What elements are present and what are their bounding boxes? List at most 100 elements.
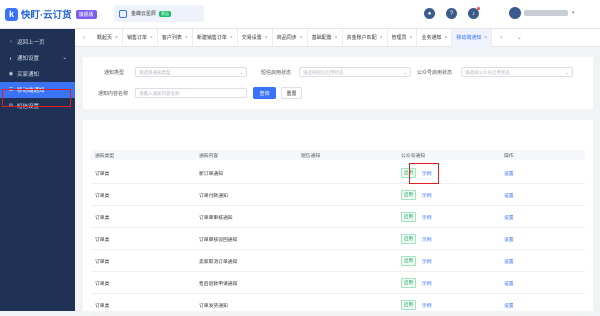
close-icon[interactable]: × [380, 35, 383, 41]
chevron-down-icon: ⌄ [62, 55, 67, 61]
settings-link[interactable]: 设置 [504, 192, 514, 199]
close-icon[interactable]: × [444, 35, 447, 41]
table-row: 订单类 订单审核驳回通知 启用 示例 设置 [91, 229, 585, 250]
tab-label: 业务通知 [421, 35, 442, 41]
tab-label: 基础配置 [311, 35, 332, 41]
chevron-down-icon[interactable]: ⌄ [510, 34, 528, 41]
top-bar: k 快盯·云订货 旗舰版 金蝶云星辰 营运 ● ? ♪ ▾ [0, 0, 600, 29]
user-icon[interactable]: ● [424, 8, 435, 19]
back-link[interactable]: ‹ 返回上一页 [0, 34, 75, 50]
brand-logo-icon: k [5, 7, 18, 21]
tab-product-sync[interactable]: 商品同步 × [273, 28, 308, 47]
settings-link[interactable]: 设置 [504, 280, 514, 287]
tab-sales-orders[interactable]: 销售订单 × [123, 28, 158, 47]
settings-link[interactable]: 设置 [504, 258, 514, 265]
example-link[interactable]: 示例 [422, 302, 432, 309]
tab-fund-account[interactable]: 资金账户匹配 × [343, 28, 388, 47]
notification-dot [477, 7, 480, 10]
enabled-badge[interactable]: 启用 [401, 300, 416, 310]
filter-type-label: 通知类型 [104, 70, 125, 76]
example-link[interactable]: 示例 [422, 258, 432, 265]
filter-official-status-placeholder: 请选择公众号启用状态 [465, 70, 510, 75]
tab-business-notify[interactable]: 业务通知 × [417, 28, 453, 47]
help-icon[interactable]: ? [446, 8, 457, 19]
tab-basic-config[interactable]: 基础配置 × [308, 28, 343, 47]
cell-content: 订单审审核通知 [199, 216, 233, 221]
edition-badge: 旗舰版 [75, 9, 97, 19]
header-type: 通知类型 [95, 154, 115, 159]
tab-trade-settings[interactable]: 交易设置 × [238, 28, 273, 47]
settings-link[interactable]: 设置 [504, 214, 514, 221]
cell-type: 订单类 [95, 216, 110, 221]
table-header: 通知类型 通知内容 短信通知 公众号通知 操作 [91, 150, 585, 160]
brand[interactable]: k 快盯·云订货 旗舰版 [5, 7, 97, 21]
tab-label: 销售订单 [126, 35, 147, 41]
close-icon[interactable]: × [484, 35, 487, 41]
filter-official-status-select[interactable]: 请选择公众号启用状态 ⌄ [461, 67, 573, 77]
settings-link[interactable]: 设置 [504, 170, 514, 177]
close-icon[interactable]: × [410, 35, 413, 41]
cell-type: 订单类 [95, 194, 110, 199]
filter-name-input[interactable]: 请输入通知内容名称 [135, 88, 247, 98]
tab-new-sales-order[interactable]: 新建销售订单 × [193, 28, 238, 47]
close-icon[interactable]: × [115, 35, 118, 41]
filter-sms-status-placeholder: 请选择短信启用状态 [303, 70, 344, 75]
sidebar-item-label: 买家通知 [17, 72, 40, 78]
back-label: 返回上一页 [17, 40, 45, 46]
chevron-left-icon[interactable]: ‹ [75, 35, 93, 41]
brand-name: 快盯·云订货 [21, 10, 72, 21]
close-icon[interactable]: × [230, 35, 233, 41]
close-icon[interactable]: × [335, 35, 338, 41]
tab-label: 管理员 [391, 35, 407, 41]
tab-customer-list[interactable]: 客户列表 × [158, 28, 193, 47]
cell-type: 订单类 [95, 172, 110, 177]
close-icon[interactable]: × [185, 35, 188, 41]
close-icon[interactable]: × [265, 35, 268, 41]
cell-content: 卖家取消订单通知 [199, 260, 238, 265]
example-link[interactable]: 示例 [422, 214, 432, 221]
filter-type-select[interactable]: 请选择通知类型 ⌄ [135, 67, 247, 77]
chevron-down-icon: ▾ [572, 10, 575, 16]
example-link[interactable]: 示例 [422, 192, 432, 199]
account-name-blurred [524, 10, 568, 16]
reset-button[interactable]: 重置 [281, 87, 302, 99]
top-actions: ● ? ♪ [424, 7, 490, 19]
tab-label: 资金账户匹配 [346, 35, 377, 41]
close-icon[interactable]: × [300, 35, 303, 41]
notification-table: 通知类型 通知内容 短信通知 公众号通知 操作 订单类 新订单通知 启用 示例 设置 订单… [83, 120, 593, 316]
chevron-right-icon[interactable]: › [492, 35, 510, 41]
filter-official-status-label: 公众号启用状态 [417, 70, 453, 76]
sidebar-item-buyer-notify[interactable]: ◉ 买家通知 [0, 66, 75, 82]
enabled-badge[interactable]: 启用 [401, 256, 416, 266]
tab-mobile-notify[interactable]: 移动端通知 × [452, 28, 493, 47]
tab-label: 移动端通知 [456, 35, 482, 41]
dot-icon: ◉ [8, 71, 14, 77]
tab-overview[interactable]: 概起页 × [93, 28, 123, 47]
enabled-badge[interactable]: 启用 [401, 234, 416, 244]
settings-link[interactable]: 设置 [504, 236, 514, 243]
cell-type: 订单类 [95, 260, 110, 265]
table-row: 订单类 订单审审核通知 启用 示例 设置 [91, 207, 585, 228]
enabled-badge[interactable]: 启用 [401, 190, 416, 200]
close-icon[interactable]: × [150, 35, 153, 41]
sidebar-group-notify-settings[interactable]: ◐ 通知设置 ⌄ [0, 50, 75, 66]
filter-sms-status-select[interactable]: 请选择短信启用状态 ⌄ [299, 67, 411, 77]
enabled-badge[interactable]: 启用 [401, 278, 416, 288]
header-sms: 短信通知 [301, 154, 321, 159]
cell-content: 订单付款通知 [199, 194, 228, 199]
cell-content: 新订单通知 [199, 172, 223, 177]
enabled-badge[interactable]: 启用 [401, 212, 416, 222]
example-link[interactable]: 示例 [422, 280, 432, 287]
filter-name-label: 通知内容名称 [98, 91, 129, 97]
query-button[interactable]: 查询 [253, 87, 276, 99]
example-link[interactable]: 示例 [422, 236, 432, 243]
store-switcher[interactable]: 金蝶云星辰 营运 [114, 5, 204, 22]
tab-admins[interactable]: 管理员 × [388, 28, 418, 47]
bell-icon[interactable]: ♪ [468, 7, 480, 19]
account-menu[interactable]: ▾ [509, 7, 575, 19]
store-status-tag: 营运 [159, 10, 172, 17]
avatar [509, 7, 521, 19]
settings-link[interactable]: 设置 [504, 302, 514, 309]
chevron-down-icon: ⌄ [239, 70, 243, 75]
filter-panel: 通知类型 请选择通知类型 ⌄ 短信启用状态 请选择短信启用状态 ⌄ 公众号启用状态 … [83, 57, 593, 109]
